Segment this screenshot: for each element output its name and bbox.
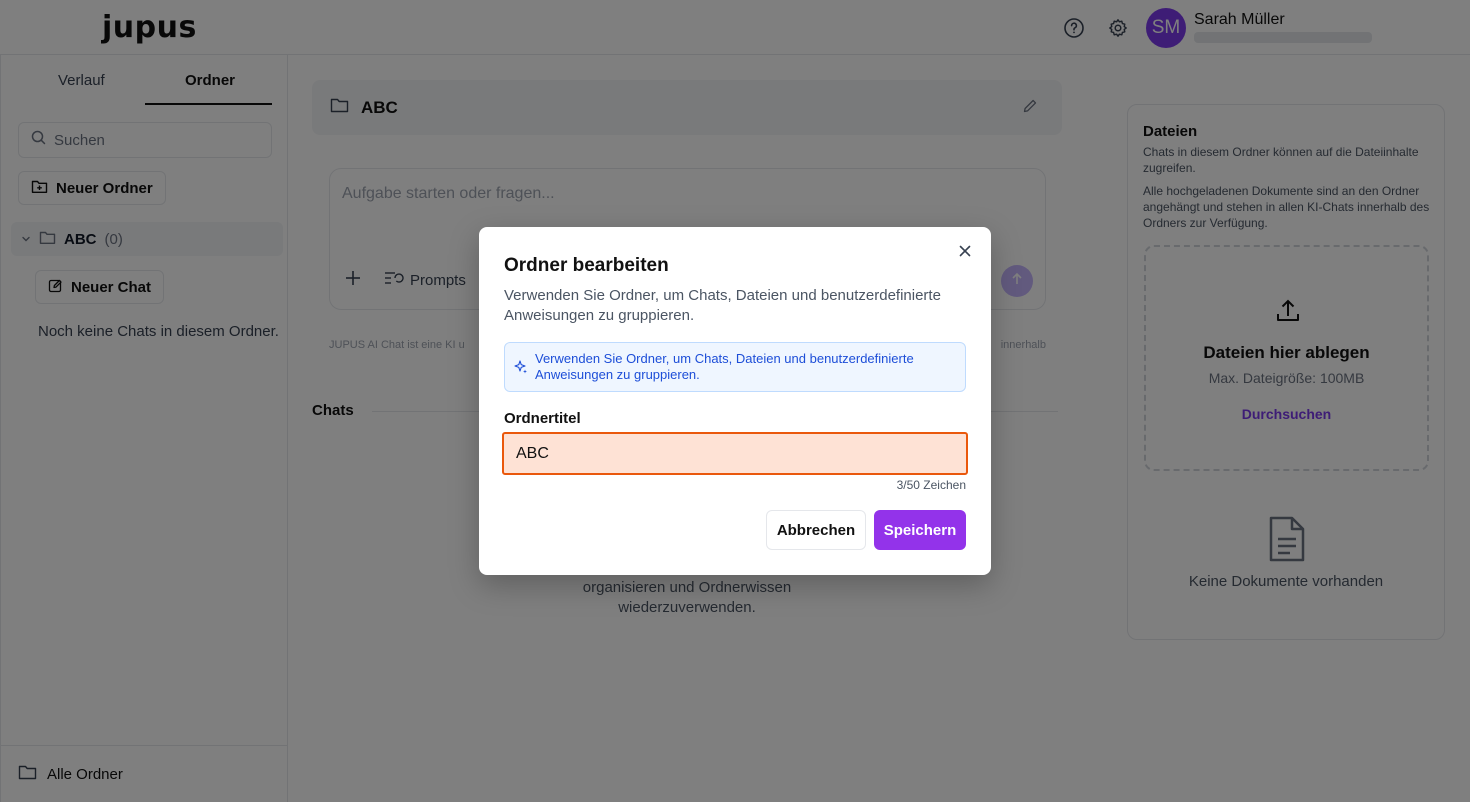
folder-title-input[interactable] — [502, 432, 968, 475]
edit-folder-dialog: Ordner bearbeiten Verwenden Sie Ordner, … — [479, 227, 991, 575]
close-icon[interactable] — [955, 241, 975, 261]
field-label: Ordnertitel — [504, 410, 581, 427]
dialog-title: Ordner bearbeiten — [504, 255, 669, 276]
sparkle-icon — [514, 360, 528, 378]
cancel-button[interactable]: Abbrechen — [766, 510, 866, 550]
info-text: Verwenden Sie Ordner, um Chats, Dateien … — [535, 351, 914, 382]
dialog-description: Verwenden Sie Ordner, um Chats, Dateien … — [504, 287, 941, 324]
save-button[interactable]: Speichern — [874, 510, 966, 550]
info-box: Verwenden Sie Ordner, um Chats, Dateien … — [504, 342, 966, 392]
char-counter: 3/50 Zeichen — [896, 478, 966, 492]
